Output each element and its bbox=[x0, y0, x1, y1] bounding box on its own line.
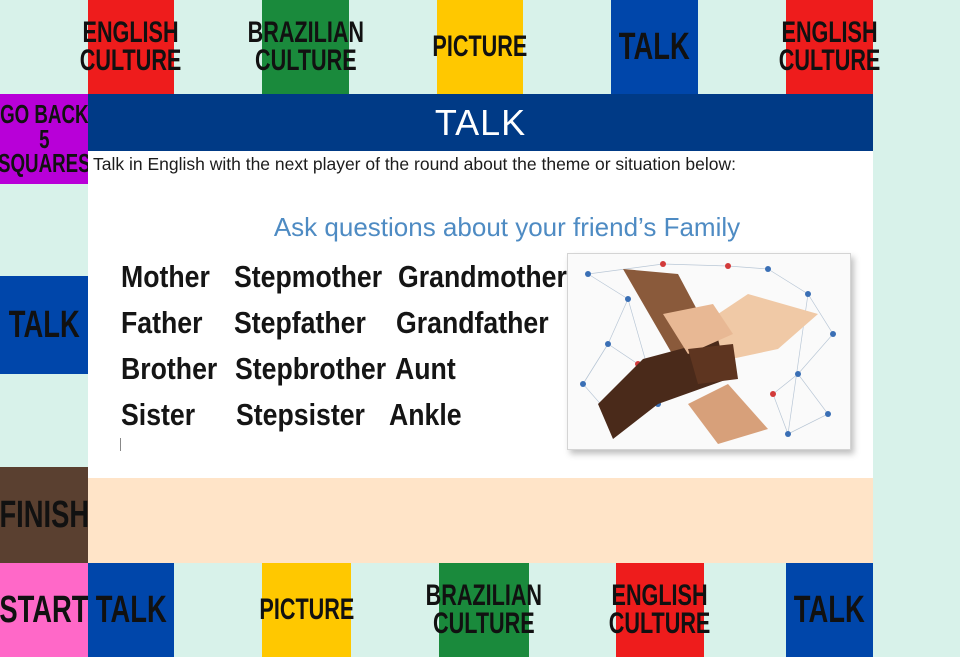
word-brother: Brother bbox=[121, 351, 218, 386]
board-square-go-back[interactable]: GO BACK 5 SQUARES bbox=[0, 94, 91, 184]
board-square-top-2[interactable]: BRAZILIAN CULTURE bbox=[247, 0, 364, 94]
word-mother: Mother bbox=[121, 259, 210, 294]
square-label: ENGLISH CULTURE bbox=[80, 15, 182, 77]
board-square-top-4[interactable]: TALK bbox=[611, 0, 698, 94]
square-label: TALK bbox=[95, 588, 167, 631]
word-aunt: Aunt bbox=[395, 351, 456, 386]
board-square-top-5[interactable]: ENGLISH CULTURE bbox=[779, 0, 880, 94]
board-square-top-3[interactable]: PICTURE bbox=[433, 0, 527, 94]
board-square-bottom-3[interactable]: BRAZILIAN CULTURE bbox=[426, 563, 542, 657]
word-stepsister: Stepsister bbox=[236, 397, 365, 432]
board-square-left-talk[interactable]: TALK bbox=[0, 276, 88, 374]
text-caret bbox=[120, 438, 121, 451]
square-label: FINISH bbox=[0, 493, 89, 536]
board-square-top-1[interactable]: ENGLISH CULTURE bbox=[80, 0, 182, 94]
word-father: Father bbox=[121, 305, 203, 340]
square-label: GO BACK 5 SQUARES bbox=[0, 98, 91, 179]
board-square-bottom-1[interactable]: TALK bbox=[88, 563, 174, 657]
square-label: PICTURE bbox=[432, 29, 528, 63]
word-sister: Sister bbox=[121, 397, 196, 432]
square-label: TALK bbox=[8, 303, 80, 346]
word-grandfather: Grandfather bbox=[396, 305, 549, 340]
linked-hands-illustration bbox=[580, 261, 836, 444]
square-label: TALK bbox=[794, 588, 865, 631]
card-subtitle: Ask questions about your friend’s Family bbox=[273, 212, 741, 242]
word-stepbrother: Stepbrother bbox=[235, 351, 387, 386]
word-stepfather: Stepfather bbox=[234, 305, 366, 340]
board-square-bottom-5[interactable]: TALK bbox=[786, 563, 873, 657]
word-ankle: Ankle bbox=[389, 397, 462, 432]
square-label: START bbox=[0, 588, 89, 631]
board-square-bottom-4[interactable]: ENGLISH CULTURE bbox=[609, 563, 711, 657]
square-label: ENGLISH CULTURE bbox=[609, 578, 711, 640]
square-label: ENGLISH CULTURE bbox=[778, 15, 881, 77]
card-instruction: Talk in English with the next player of … bbox=[93, 154, 737, 174]
linked-hands-picture bbox=[567, 253, 851, 450]
card-title: TALK bbox=[88, 94, 873, 151]
word-grandmother: Grandmother bbox=[398, 259, 567, 294]
board-square-bottom-2[interactable]: PICTURE bbox=[259, 563, 354, 657]
square-label: TALK bbox=[619, 25, 690, 68]
square-label: BRAZILIAN CULTURE bbox=[247, 15, 364, 77]
board-square-finish[interactable]: FINISH bbox=[0, 467, 89, 563]
square-label: PICTURE bbox=[259, 592, 354, 626]
word-stepmother: Stepmother bbox=[234, 259, 383, 294]
card-footer-band bbox=[88, 478, 873, 563]
board-square-start[interactable]: START bbox=[0, 563, 89, 657]
square-label: BRAZILIAN CULTURE bbox=[425, 578, 543, 640]
